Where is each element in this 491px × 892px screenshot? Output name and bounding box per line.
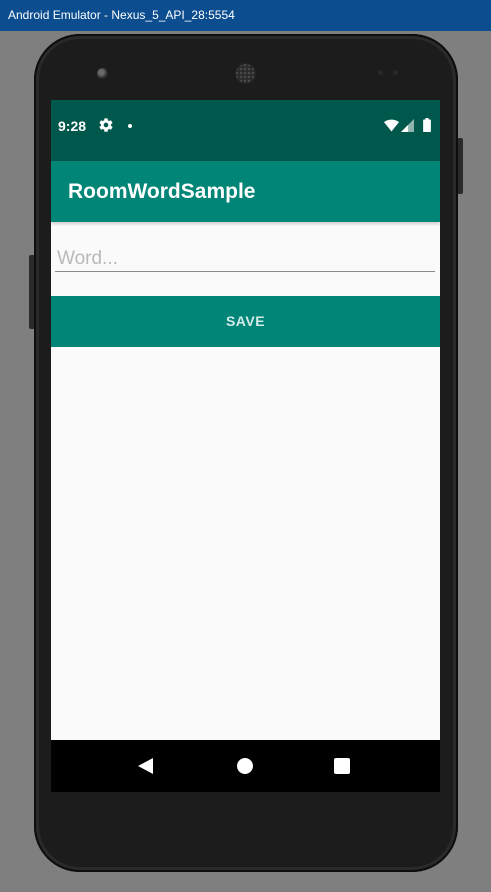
app-title: RoomWordSample: [68, 180, 256, 203]
window-title: Android Emulator - Nexus_5_API_28:5554: [8, 8, 235, 22]
navigation-bar: [51, 740, 440, 792]
status-bar: 9:28: [51, 100, 440, 161]
status-time: 9:28: [58, 118, 87, 134]
word-input[interactable]: [55, 246, 435, 272]
proximity-sensor-icon: [378, 70, 383, 75]
back-icon[interactable]: [138, 758, 153, 774]
battery-icon: [423, 118, 431, 132]
cell-signal-icon: [401, 119, 414, 132]
wifi-icon: [384, 119, 399, 132]
save-button[interactable]: SAVE: [51, 296, 440, 347]
recents-icon[interactable]: [334, 758, 350, 774]
notification-dot-icon: [128, 124, 132, 128]
front-camera-icon: [97, 68, 108, 79]
app-bar: RoomWordSample: [51, 161, 440, 222]
earpiece-speaker-icon: [235, 63, 256, 84]
device-screen: 9:28 RoomWordSample SAVE: [51, 100, 440, 792]
gear-icon: [99, 118, 113, 132]
light-sensor-icon: [393, 70, 398, 75]
home-icon[interactable]: [237, 758, 253, 774]
emulator-title-bar: Android Emulator - Nexus_5_API_28:5554: [0, 0, 491, 31]
